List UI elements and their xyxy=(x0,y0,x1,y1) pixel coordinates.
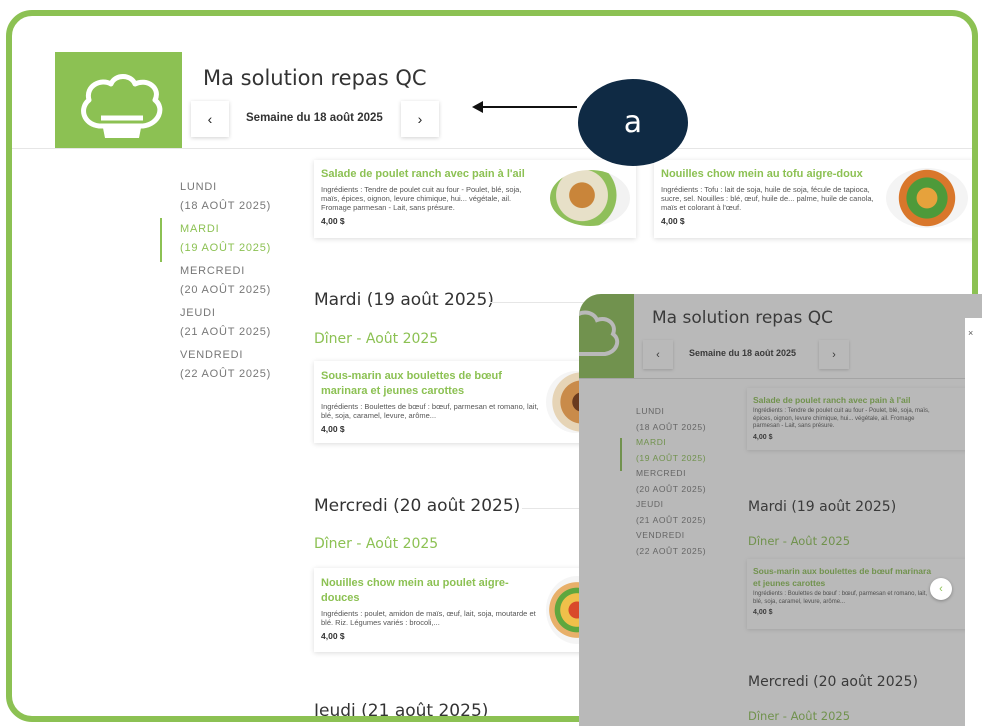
meal-price: 4,00 $ xyxy=(321,216,345,226)
day-nav-item-mercredi[interactable]: MERCREDI (20 AOÛT 2025) xyxy=(180,262,290,300)
carousel-prev-button[interactable]: ‹ xyxy=(930,578,952,600)
chef-hat-logo xyxy=(55,52,182,148)
day-name: JEUDI xyxy=(180,307,216,319)
day-date: (18 AOÛT 2025) xyxy=(180,200,272,212)
meal-card[interactable]: Sous-marin aux boulettes de bœuf marinar… xyxy=(314,361,606,443)
callout-badge: a xyxy=(578,79,688,166)
arrow-line xyxy=(482,106,577,108)
day-nav-item-vendredi[interactable]: VENDREDI (22 AOÛT 2025) xyxy=(180,346,290,384)
day-date: (19 AOÛT 2025) xyxy=(180,242,272,254)
close-icon[interactable]: × xyxy=(968,328,973,338)
meal-name: Nouilles chow mein au poulet aigre-douce… xyxy=(321,577,509,604)
heading-rule xyxy=(490,302,590,303)
meal-period-heading: Dîner - Août 2025 xyxy=(314,536,439,552)
header-divider xyxy=(12,148,972,149)
meal-ingredients: Ingrédients : Boulettes de bœuf : bœuf, … xyxy=(321,402,539,420)
meal-card[interactable]: Salade de poulet ranch avec pain à l'ail… xyxy=(314,160,636,238)
overlay-screenshot: Ma solution repas QC ‹ Semaine du 18 aoû… xyxy=(579,294,982,726)
app-title: Ma solution repas QC xyxy=(203,66,427,90)
day-heading: Jeudi (21 août 2025) xyxy=(314,701,489,721)
next-week-button[interactable]: › xyxy=(401,101,439,137)
meal-card[interactable]: Nouilles chow mein au poulet aigre-douce… xyxy=(314,568,608,652)
day-date: (20 AOÛT 2025) xyxy=(180,284,272,296)
meal-photo xyxy=(550,170,630,226)
chevron-left-icon: ‹ xyxy=(939,583,943,595)
meal-ingredients: Ingrédients : poulet, amidon de maïs, œu… xyxy=(321,609,536,627)
prev-week-button[interactable]: ‹ xyxy=(191,101,229,137)
day-name: MERCREDI xyxy=(180,265,246,277)
meal-ingredients: Ingrédients : Tendre de poulet cuit au f… xyxy=(321,185,522,212)
meal-price: 4,00 $ xyxy=(321,424,345,434)
meal-price: 4,00 $ xyxy=(321,631,345,641)
meal-name: Sous-marin aux boulettes de bœuf marinar… xyxy=(321,370,502,397)
day-navigation: LUNDI (18 AOÛT 2025) MARDI (19 AOÛT 2025… xyxy=(180,178,290,388)
day-name: MARDI xyxy=(180,223,220,235)
side-panel: × xyxy=(965,318,982,726)
meal-price: 4,00 $ xyxy=(661,216,685,226)
active-day-indicator xyxy=(160,218,162,262)
day-date: (22 AOÛT 2025) xyxy=(180,368,272,380)
day-nav-item-mardi[interactable]: MARDI (19 AOÛT 2025) xyxy=(180,220,290,258)
chevron-left-icon: ‹ xyxy=(207,111,213,127)
meal-name: Salade de poulet ranch avec pain à l'ail xyxy=(321,168,525,180)
modal-backdrop xyxy=(579,294,982,726)
meal-photo xyxy=(886,168,968,228)
meal-ingredients: Ingrédients : Tofu : lait de soja, huile… xyxy=(661,185,874,212)
day-heading: Mercredi (20 août 2025) xyxy=(314,496,521,516)
day-name: VENDREDI xyxy=(180,349,244,361)
meal-card[interactable]: Nouilles chow mein au tofu aigre-doux In… xyxy=(654,160,972,238)
day-date: (21 AOÛT 2025) xyxy=(180,326,272,338)
meal-name: Nouilles chow mein au tofu aigre-doux xyxy=(661,168,863,180)
day-nav-item-jeudi[interactable]: JEUDI (21 AOÛT 2025) xyxy=(180,304,290,342)
day-nav-item-lundi[interactable]: LUNDI (18 AOÛT 2025) xyxy=(180,178,290,216)
chevron-right-icon: › xyxy=(417,111,423,127)
meal-period-heading: Dîner - Août 2025 xyxy=(314,331,439,347)
day-name: LUNDI xyxy=(180,181,218,193)
week-label: Semaine du 18 août 2025 xyxy=(246,112,383,124)
arrow-left-icon xyxy=(472,101,483,113)
day-heading: Mardi (19 août 2025) xyxy=(314,290,494,310)
